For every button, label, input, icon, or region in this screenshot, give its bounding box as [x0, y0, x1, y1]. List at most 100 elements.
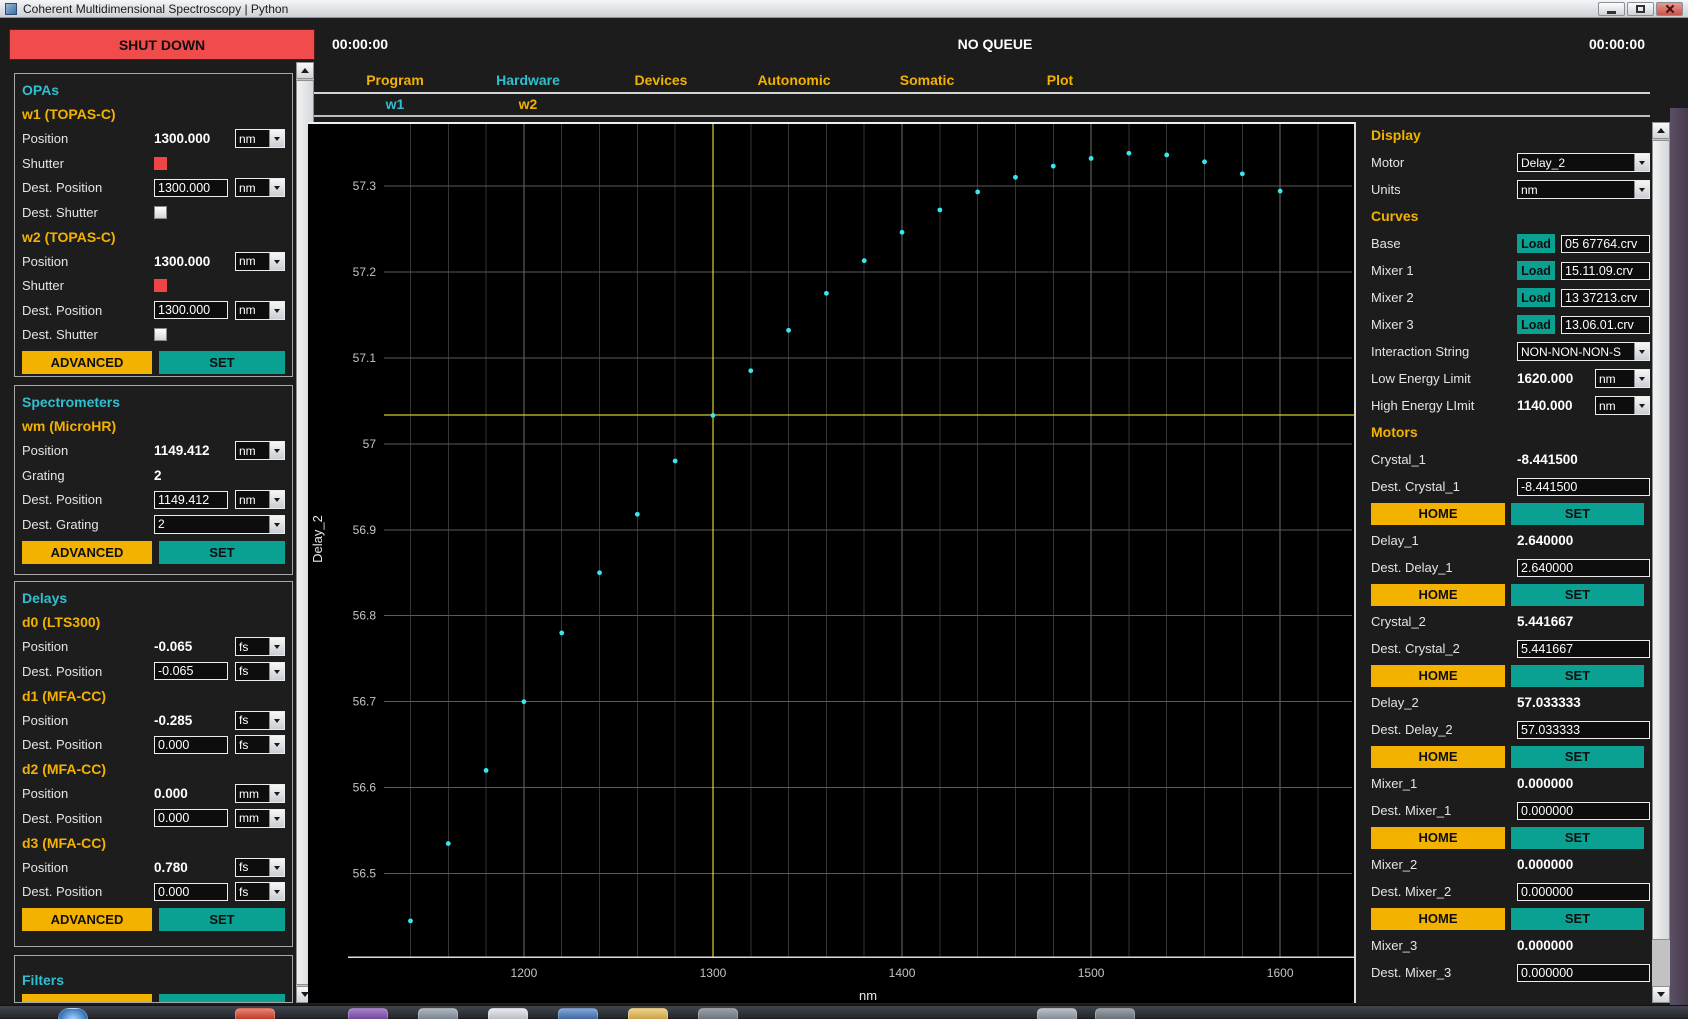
- mixer1-home-button[interactable]: HOME: [1371, 827, 1505, 849]
- minimize-button[interactable]: [1598, 2, 1625, 16]
- right-scrollbar-thumb[interactable]: [1652, 140, 1670, 940]
- crystal2-dest-input[interactable]: [1517, 640, 1650, 658]
- delays-advanced-button[interactable]: ADVANCED: [22, 908, 152, 931]
- delay2-buttons: HOME SET: [1360, 743, 1650, 770]
- mixer2-home-button[interactable]: HOME: [1371, 908, 1505, 930]
- taskbar-app-gray3-icon[interactable]: [1037, 1008, 1077, 1019]
- tab-program[interactable]: Program: [330, 72, 460, 88]
- load-mixer2-button[interactable]: Load: [1517, 288, 1555, 307]
- base-curve-file-field[interactable]: [1561, 235, 1650, 253]
- position-label: Position: [22, 443, 154, 458]
- w2-dest-position-input[interactable]: [154, 301, 228, 319]
- d1-position-unit-dropdown[interactable]: fs: [235, 711, 285, 730]
- interaction-string-dropdown[interactable]: NON-NON-NON-S: [1517, 342, 1650, 361]
- delay2-set-button[interactable]: SET: [1511, 746, 1644, 768]
- taskbar-app-gray-icon[interactable]: [418, 1008, 458, 1019]
- mixer3-dest-input[interactable]: [1517, 964, 1650, 982]
- d0-position-unit-dropdown[interactable]: fs: [235, 637, 285, 656]
- right-panel-scrollbar[interactable]: [1652, 122, 1670, 1003]
- load-mixer1-button[interactable]: Load: [1517, 261, 1555, 280]
- delay1-dest-input[interactable]: [1517, 559, 1650, 577]
- wm-dest-unit-dropdown[interactable]: nm: [235, 490, 285, 509]
- load-mixer3-button[interactable]: Load: [1517, 315, 1555, 334]
- wm-position-unit-dropdown[interactable]: nm: [235, 441, 285, 460]
- scroll-down-icon[interactable]: [1652, 986, 1670, 1003]
- wm-position-row: Position 1149.412 nm: [22, 439, 285, 464]
- w1-dest-unit-dropdown[interactable]: nm: [235, 178, 285, 197]
- motor-dropdown[interactable]: Delay_2: [1517, 153, 1650, 172]
- w2-position-unit-dropdown[interactable]: nm: [235, 252, 285, 271]
- spectrometers-set-button[interactable]: SET: [159, 541, 285, 564]
- filters-set-button[interactable]: [159, 994, 285, 1003]
- crystal1-home-button[interactable]: HOME: [1371, 503, 1505, 525]
- taskbar-app-blue-icon[interactable]: [558, 1008, 598, 1019]
- spectrometers-advanced-button[interactable]: ADVANCED: [22, 541, 152, 564]
- low-energy-unit-dropdown[interactable]: nm: [1595, 369, 1650, 388]
- d3-dest-unit-dropdown[interactable]: fs: [235, 882, 285, 901]
- d0-dest-position-input[interactable]: [154, 662, 228, 680]
- tab-autonomic[interactable]: Autonomic: [729, 72, 859, 88]
- delay2-dest-input[interactable]: [1517, 721, 1650, 739]
- taskbar-app-red-icon[interactable]: [235, 1008, 275, 1019]
- high-energy-unit-dropdown[interactable]: nm: [1595, 396, 1650, 415]
- taskbar-app-gray2-icon[interactable]: [698, 1008, 738, 1019]
- taskbar-app-purple-icon[interactable]: [348, 1008, 388, 1019]
- start-orb-icon[interactable]: [58, 1008, 88, 1019]
- mixer2-set-button[interactable]: SET: [1511, 908, 1644, 930]
- shutdown-button[interactable]: SHUT DOWN: [9, 29, 315, 60]
- opas-advanced-button[interactable]: ADVANCED: [22, 351, 152, 374]
- scroll-up-icon[interactable]: [296, 62, 314, 79]
- subtab-w1[interactable]: w1: [330, 96, 460, 112]
- d2-dest-position-input[interactable]: [154, 809, 228, 827]
- crystal2-home-button[interactable]: HOME: [1371, 665, 1505, 687]
- w1-position-unit-dropdown[interactable]: nm: [235, 129, 285, 148]
- filters-advanced-button[interactable]: [22, 994, 152, 1003]
- close-button[interactable]: [1656, 2, 1683, 16]
- delay1-set-button[interactable]: SET: [1511, 584, 1644, 606]
- mixer2-curve-file-field[interactable]: [1561, 289, 1650, 307]
- dest-position-label: Dest. Position: [22, 811, 154, 826]
- tab-somatic[interactable]: Somatic: [862, 72, 992, 88]
- d0-dest-unit-dropdown[interactable]: fs: [235, 662, 285, 681]
- w1-dest-shutter-checkbox[interactable]: [154, 206, 167, 219]
- wm-dest-position-input[interactable]: [154, 491, 228, 509]
- taskbar-folder-icon[interactable]: [628, 1008, 668, 1019]
- d2-dest-unit-dropdown[interactable]: mm: [235, 809, 285, 828]
- crystal1-set-button[interactable]: SET: [1511, 503, 1644, 525]
- d1-dest-position-input[interactable]: [154, 736, 228, 754]
- d3-dest-position-input[interactable]: [154, 883, 228, 901]
- tab-plot[interactable]: Plot: [995, 72, 1125, 88]
- crystal1-dest-input[interactable]: [1517, 478, 1650, 496]
- delays-set-button[interactable]: SET: [159, 908, 285, 931]
- tab-hardware[interactable]: Hardware: [463, 72, 593, 88]
- delay1-home-button[interactable]: HOME: [1371, 584, 1505, 606]
- d2-position-value: 0.000: [154, 786, 232, 801]
- d1-dest-unit-dropdown[interactable]: fs: [235, 735, 285, 754]
- d3-position-unit-dropdown[interactable]: fs: [235, 858, 285, 877]
- wm-dest-grating-dropdown[interactable]: 2: [154, 515, 285, 534]
- scroll-up-icon[interactable]: [1652, 122, 1670, 139]
- spectrometers-panel: Spectrometers wm (MicroHR) Position 1149…: [14, 385, 293, 575]
- mixer1-set-button[interactable]: SET: [1511, 827, 1644, 849]
- w1-dest-position-input[interactable]: [154, 179, 228, 197]
- w2-dest-shutter-checkbox[interactable]: [154, 328, 167, 341]
- wm-grating-value: 2: [154, 468, 232, 483]
- w1-device-header: w1 (TOPAS-C): [22, 102, 285, 127]
- opas-set-button[interactable]: SET: [159, 351, 285, 374]
- maximize-button[interactable]: [1627, 2, 1654, 16]
- mixer1-dest-input[interactable]: [1517, 802, 1650, 820]
- mixer1-curve-file-field[interactable]: [1561, 262, 1650, 280]
- delay2-home-button[interactable]: HOME: [1371, 746, 1505, 768]
- subtab-w2[interactable]: w2: [463, 96, 593, 112]
- tuning-curve-plot[interactable]: 1200130014001500160056.556.656.756.856.9…: [308, 122, 1356, 1003]
- w2-dest-unit-dropdown[interactable]: nm: [235, 301, 285, 320]
- mixer3-curve-file-field[interactable]: [1561, 316, 1650, 334]
- units-dropdown[interactable]: nm: [1517, 180, 1650, 199]
- mixer2-dest-input[interactable]: [1517, 883, 1650, 901]
- taskbar-app-gray4-icon[interactable]: [1095, 1008, 1135, 1019]
- crystal2-set-button[interactable]: SET: [1511, 665, 1644, 687]
- d2-position-unit-dropdown[interactable]: mm: [235, 784, 285, 803]
- taskbar-app-light-icon[interactable]: [488, 1008, 528, 1019]
- load-base-button[interactable]: Load: [1517, 234, 1555, 253]
- tab-devices[interactable]: Devices: [596, 72, 726, 88]
